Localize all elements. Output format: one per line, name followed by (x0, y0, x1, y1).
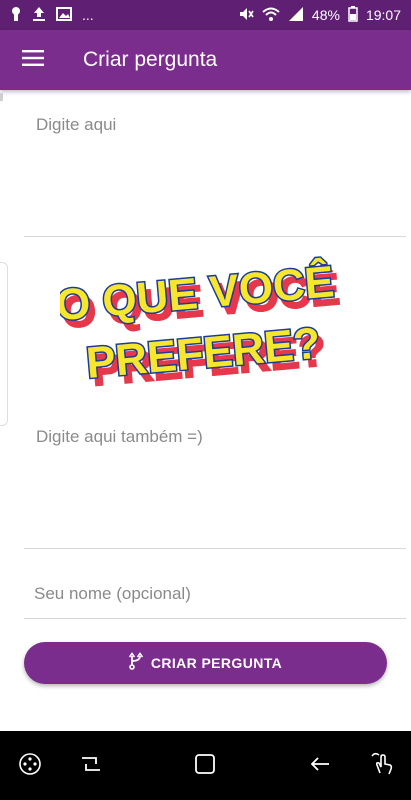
fork-icon (128, 651, 143, 675)
status-more-text: ... (82, 7, 94, 23)
gesture-button[interactable] (367, 751, 397, 781)
home-icon (194, 753, 216, 780)
name-input[interactable]: Seu nome (opcional) (34, 584, 191, 604)
status-bar-right: 48% 19:07 (238, 5, 401, 25)
option-b-input[interactable]: Digite aqui também =) (36, 427, 203, 447)
system-nav-bar (0, 731, 411, 800)
hamburger-menu-icon (22, 49, 44, 71)
battery-icon (348, 5, 358, 25)
gesture-icon (369, 751, 395, 782)
side-card-edge (0, 262, 8, 426)
home-button[interactable] (190, 751, 220, 781)
option-a-underline (24, 236, 406, 237)
app-bar: Criar pergunta (0, 30, 411, 90)
keyhole-icon (10, 6, 22, 25)
battery-percent: 48% (311, 7, 340, 23)
back-icon (309, 754, 331, 779)
create-question-button[interactable]: CRIAR PERGUNTA (24, 642, 387, 684)
dpad-button[interactable] (15, 751, 45, 781)
mute-icon (238, 6, 254, 25)
name-underline (24, 618, 406, 619)
status-bar-left: ... (10, 6, 94, 24)
dpad-icon (18, 752, 42, 781)
status-bar: ... 48% 19:07 (0, 0, 411, 30)
page-title: Criar pergunta (83, 48, 218, 71)
recent-apps-icon (80, 754, 102, 779)
would-you-rather-banner: O QUE VOCÊ PREFERE? O QUE VOCÊ PREFERE? (52, 248, 342, 408)
upload-icon (32, 6, 46, 25)
create-question-label: CRIAR PERGUNTA (150, 655, 283, 671)
wifi-icon (262, 6, 280, 25)
scroll-indicator (0, 93, 3, 101)
menu-button[interactable] (18, 45, 48, 75)
back-button[interactable] (305, 751, 335, 781)
image-icon (56, 6, 72, 24)
option-b-underline (24, 548, 406, 549)
option-a-input[interactable]: Digite aqui (36, 115, 116, 135)
recent-apps-button[interactable] (76, 751, 106, 781)
status-time: 19:07 (365, 7, 401, 23)
signal-icon (288, 6, 304, 25)
